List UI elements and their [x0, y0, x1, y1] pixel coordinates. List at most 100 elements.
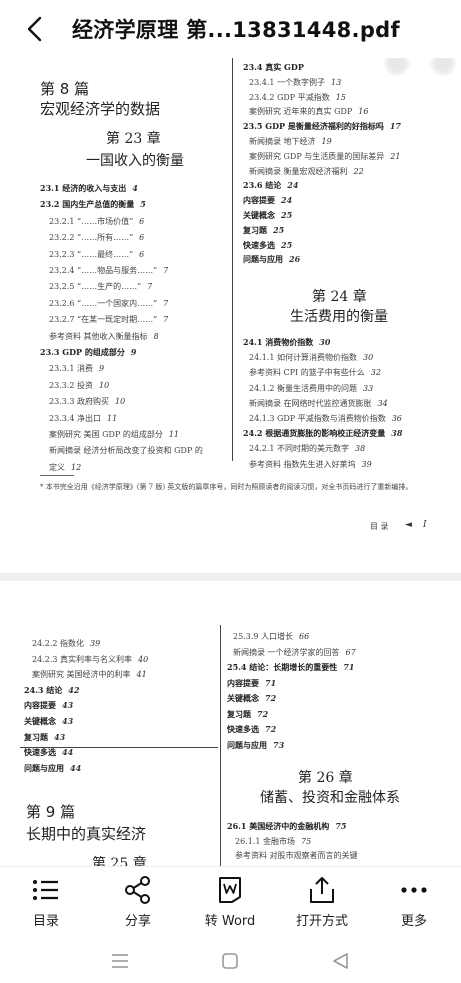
- toc-page-number: 25: [281, 239, 293, 250]
- toc-entry-text: 案例研究 GDP 与生活质量的国际差异: [249, 151, 385, 161]
- toc-entry: 26.1 美国经济中的金融机构 75: [227, 821, 346, 832]
- toc-entry-text: 关键概念: [24, 716, 56, 726]
- toc-page-number: 25: [273, 224, 285, 235]
- home-button[interactable]: [210, 946, 250, 976]
- toc-entry: 参考资料 CPI 的篮子中有些什么 32: [249, 367, 381, 378]
- home-icon: [222, 953, 238, 969]
- toc-page-number: 44: [70, 762, 82, 773]
- toc-page-number: 13: [331, 77, 342, 87]
- toc-page-number: 19: [321, 137, 332, 146]
- toc-entry: 23.4.1 一个数字例子 13: [249, 77, 341, 88]
- toc-entry-text: 内容提要: [243, 195, 275, 206]
- toc-entry-text: 23.5 GDP 是衡量经济福利的好指标吗: [243, 121, 384, 132]
- toc-page-number: 25: [281, 210, 293, 220]
- toc-entry-text: 新闻摘录 经济分析局改变了投资和 GDP 的: [49, 446, 203, 456]
- toc-entry: 关键概念 43: [24, 716, 73, 727]
- toc-entry-text: 快速多选: [24, 747, 56, 758]
- toc-page-number: 40: [138, 654, 149, 664]
- toc-entry-text: 参考资料 CPI 的篮子中有些什么: [249, 368, 365, 378]
- toc-entry: 23.2.1 “……市场价值” 6: [49, 216, 144, 227]
- toc-entry-text: 内容提要: [227, 677, 259, 688]
- share-icon: [125, 876, 150, 904]
- chapter-number: 第 23 章: [106, 131, 161, 147]
- toc-page-number: 24: [287, 180, 299, 191]
- toc-entry: 参考资料 对股市观察者而言的关键: [235, 850, 358, 861]
- toc-page-number: 44: [62, 747, 74, 758]
- toc-page-number: 39: [361, 459, 372, 469]
- toc-entry-text: 23.2.6 “……一个国家内……”: [49, 298, 158, 308]
- toc-page-number: 71: [343, 662, 355, 672]
- toc-button[interactable]: 目录: [0, 873, 92, 935]
- menu-button[interactable]: [100, 946, 140, 976]
- toc-entry-text: 关键概念: [227, 693, 259, 703]
- toc-entry: 快速多选 72: [227, 724, 276, 735]
- more-icon: [401, 887, 427, 893]
- pdf-viewer[interactable]: 第 8 篇 宏观经济学的数据 第 23 章 一国收入的衡量 23.1 经济的收入…: [0, 58, 461, 866]
- toc-entry-text: 24.2.2 指数化: [32, 639, 84, 648]
- toc-entry: 问题与应用 73: [227, 740, 284, 751]
- chapter-number: 第 24 章: [312, 289, 367, 305]
- toc-entry-text: 24.1.1 如何计算消费物价指数: [249, 353, 357, 363]
- pdf-page-1: 第 8 篇 宏观经济学的数据 第 23 章 一国收入的衡量 23.1 经济的收入…: [0, 58, 461, 573]
- toc-entry-text: 24.1.2 衡量生活费用中的问题: [249, 383, 357, 393]
- toc-page-number: 34: [377, 398, 388, 408]
- toc-page-number: 12: [71, 462, 82, 472]
- toc-entry: 23.3.2 投资 10: [49, 380, 109, 391]
- page-fold-mark: [430, 58, 456, 76]
- toc-entry: 新闻摘录 一个经济学家的回答 67: [233, 647, 356, 658]
- footnote-rule: [40, 475, 74, 476]
- share-button[interactable]: 分享: [92, 873, 184, 935]
- toc-entry: 24.1.2 衡量生活费用中的问题 33: [249, 383, 373, 394]
- toc-entry-text: 快速多选: [243, 239, 275, 250]
- menu-icon: [112, 954, 128, 968]
- footnote: * 本书完全沿用《经济学原理》(第 7 版) 英文版的篇章序号，同时为照顾读者的…: [40, 483, 413, 491]
- toc-page-number: 17: [389, 121, 401, 132]
- toc-entry-text: 23.1 经济的收入与支出: [40, 183, 127, 193]
- page-footer-arrow-icon: ◄: [405, 520, 412, 530]
- toc-entry: 23.2.3 “……最终……” 6: [49, 249, 144, 260]
- convert-word-button[interactable]: 转 Word: [184, 873, 276, 935]
- toc-page-number: 7: [163, 315, 169, 325]
- toc-entry: 23.5 GDP 是衡量经济福利的好指标吗 17: [243, 121, 401, 132]
- toc-page-number: 72: [265, 693, 277, 703]
- toolbar-label: 目录: [32, 914, 59, 929]
- toc-page-number: 6: [139, 216, 145, 226]
- toc-page-number: 9: [99, 364, 105, 374]
- toc-page-number: 22: [353, 166, 364, 176]
- toc-entry: 案例研究 近年来的真实 GDP 16: [249, 106, 368, 117]
- toc-entry: 24.2 根据通货膨胀的影响校正经济变量 38: [243, 428, 402, 439]
- toc-entry: 新闻摘录 经济分析局改变了投资和 GDP 的: [49, 445, 203, 456]
- toc-page-number: 7: [163, 298, 169, 308]
- more-button[interactable]: 更多: [368, 873, 460, 935]
- toc-entry-text: 25.4 结论：长期增长的重要性: [227, 662, 338, 672]
- toc-page-number: 10: [115, 397, 126, 407]
- toc-entry-text: 23.3.2 投资: [49, 380, 93, 390]
- open-with-button[interactable]: 打开方式: [276, 873, 368, 935]
- toc-entry-text: 23.2.1 “……市场价值”: [49, 216, 134, 226]
- toc-page-number: 39: [90, 639, 101, 648]
- toc-entry: 问题与应用 44: [24, 763, 81, 774]
- bottom-toolbar: 目录 分享 转 Word 打开方式 更多: [0, 866, 461, 938]
- toc-entry: 24.1.1 如何计算消费物价指数 30: [249, 352, 373, 363]
- toc-page-number: 4: [132, 183, 138, 193]
- back-button[interactable]: [22, 14, 50, 44]
- chapter-number: 第 26 章: [298, 770, 353, 786]
- part-title: 宏观经济学的数据: [40, 100, 161, 118]
- toc-entry: 新闻摘录 地下经济 19: [249, 136, 332, 147]
- toc-entry: 问题与应用 26: [243, 254, 300, 265]
- toc-entry: 24.2.2 指数化 39: [32, 638, 100, 649]
- toc-entry: 复习题 43: [24, 732, 65, 743]
- toc-entry: 新闻摘录 衡量宏观经济福利 22: [249, 166, 364, 177]
- toc-page-number: 11: [107, 413, 118, 423]
- toc-entry-text: 25.3.9 人口增长: [233, 632, 293, 641]
- toc-entry: 案例研究 美国 GDP 的组成部分 11: [49, 429, 179, 440]
- toc-page-number: 32: [370, 368, 381, 378]
- toc-entry: 内容提要 24: [243, 195, 292, 206]
- toc-entry-text: 26.1 美国经济中的金融机构: [227, 821, 330, 831]
- chapter-number: 第 25 章: [92, 856, 147, 866]
- toc-entry-text: 23.3.3 政府购买: [49, 397, 109, 407]
- toc-entry: 23.2.6 “……一个国家内……” 7: [49, 298, 168, 309]
- system-back-button[interactable]: [320, 946, 360, 976]
- toc-page-number: 6: [139, 249, 145, 259]
- toolbar-label: 打开方式: [295, 914, 348, 929]
